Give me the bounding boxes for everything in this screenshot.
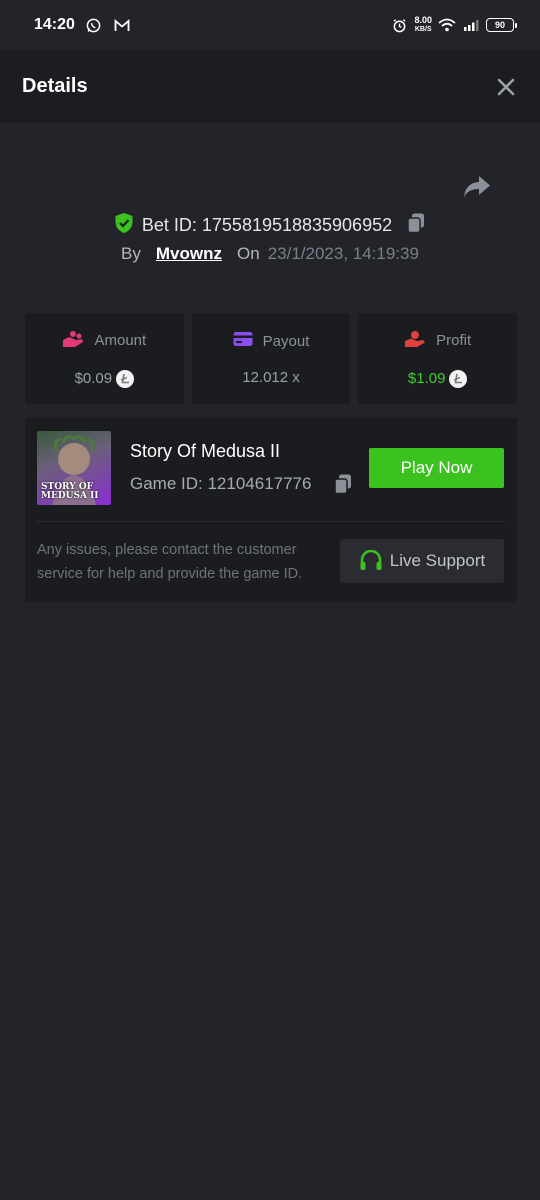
close-icon	[497, 78, 515, 95]
net-speed-unit: KB/S	[414, 26, 432, 33]
stat-payout-value-row: 12.012 x	[242, 369, 300, 386]
live-support-label: Live Support	[389, 551, 486, 570]
stat-amount-label: Amount	[94, 332, 147, 349]
stat-amount-value: $0.09	[74, 370, 113, 387]
stat-payout-label-row: Payout	[233, 331, 310, 351]
stat-payout-value: 12.012 x	[242, 369, 300, 386]
by-label: By	[121, 244, 141, 263]
share-icon	[464, 176, 490, 197]
stat-profit-value: $1.09	[407, 370, 446, 387]
copy-icon	[407, 213, 425, 234]
thumb-text-line2: MEDUSA II	[41, 491, 99, 501]
coins-hand-icon	[62, 330, 84, 352]
status-time: 14:20	[34, 16, 75, 33]
ltc-coin-icon	[116, 369, 135, 388]
bet-author-row: By Mvownz On 23/1/2023, 14:19:39	[0, 244, 540, 264]
status-left: 14:20	[34, 16, 131, 34]
alarm-icon	[390, 16, 408, 34]
username-link[interactable]: Mvownz	[156, 244, 222, 264]
game-card: STORY OF MEDUSA II Story Of Medusa II Ga…	[25, 418, 517, 602]
share-button[interactable]	[462, 174, 492, 200]
support-text: Any issues, please contact the customer …	[37, 542, 303, 582]
verified-shield-icon	[114, 212, 134, 239]
profit-hand-icon	[404, 330, 426, 352]
stat-profit-label: Profit	[436, 332, 472, 349]
bet-date: 23/1/2023, 14:19:39	[267, 244, 419, 263]
wifi-icon	[438, 16, 456, 34]
stat-payout: Payout 12.012 x	[191, 313, 351, 404]
status-right: 8.00 KB/S 90	[390, 16, 517, 34]
stat-payout-label: Payout	[262, 332, 310, 350]
headset-icon	[360, 550, 382, 570]
stat-profit-label-row: Profit	[404, 330, 471, 352]
copy-bet-id-button[interactable]	[406, 212, 426, 239]
card-icon	[233, 331, 253, 351]
gmail-icon	[113, 16, 131, 34]
stat-amount-value-row: $0.09	[74, 369, 135, 388]
bet-stats: Amount $0.09 Payout 12.012 x Profit $1.0…	[25, 313, 518, 404]
on-label: On	[237, 244, 260, 263]
stat-profit-value-row: $1.09	[407, 369, 468, 388]
game-thumbnail-text: STORY OF MEDUSA II	[41, 483, 99, 501]
close-button[interactable]	[494, 75, 518, 99]
net-speed: 8.00 KB/S	[414, 16, 432, 34]
live-support-button[interactable]: Live Support	[340, 539, 504, 583]
stat-amount: Amount $0.09	[25, 313, 184, 404]
signal-icon	[462, 16, 480, 34]
battery-indicator: 90	[486, 18, 517, 32]
play-now-button[interactable]: Play Now	[369, 448, 504, 488]
bet-id: Bet ID: 1755819518835906952	[141, 215, 393, 235]
copy-icon	[334, 474, 351, 495]
stat-amount-label-row: Amount	[62, 330, 146, 352]
page-title: Details	[22, 75, 88, 97]
bet-id-row: Bet ID: 1755819518835906952	[0, 212, 540, 239]
game-thumbnail[interactable]: STORY OF MEDUSA II	[37, 431, 111, 505]
copy-game-id-button[interactable]	[333, 473, 353, 500]
game-title: Story Of Medusa II	[130, 441, 281, 461]
whatsapp-icon	[85, 16, 103, 34]
status-bar: 14:20 8.00 KB/S 90	[0, 0, 540, 50]
ltc-coin-icon	[449, 369, 468, 388]
divider	[37, 521, 505, 522]
game-id: Game ID: 12104617776	[130, 474, 312, 493]
stat-profit: Profit $1.09	[358, 313, 518, 404]
details-header: Details	[0, 50, 540, 123]
net-speed-value: 8.00	[414, 15, 432, 25]
